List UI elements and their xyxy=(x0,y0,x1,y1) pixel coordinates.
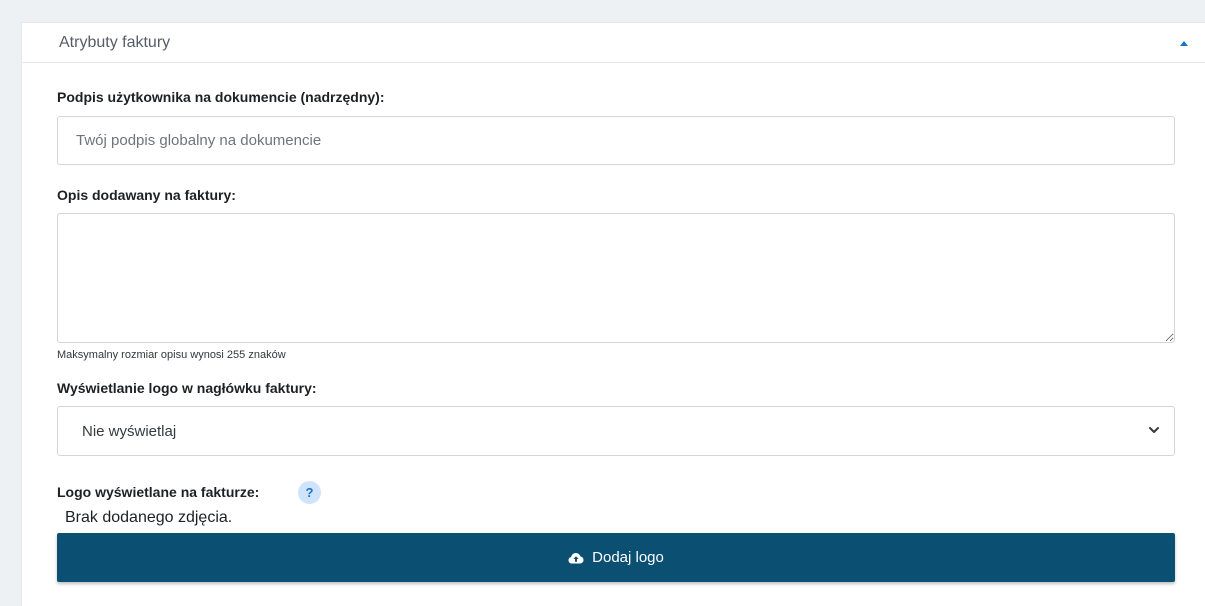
no-image-text: Brak dodanego zdjęcia. xyxy=(65,509,233,526)
invoice-attributes-panel: Atrybuty faktury Podpis użytkownika na d… xyxy=(21,22,1205,606)
collapse-toggle[interactable] xyxy=(1155,23,1205,63)
add-logo-button[interactable]: Dodaj logo xyxy=(57,533,1175,582)
description-label: Opis dodawany na faktury: xyxy=(57,187,236,203)
description-helper-text: Maksymalny rozmiar opisu wynosi 255 znak… xyxy=(57,349,286,361)
chevron-down-icon xyxy=(1149,427,1159,433)
description-textarea[interactable] xyxy=(57,213,1175,343)
panel-header[interactable]: Atrybuty faktury xyxy=(22,23,1205,63)
add-logo-label: Dodaj logo xyxy=(592,549,664,566)
logo-display-select[interactable]: Nie wyświetlaj xyxy=(57,406,1175,456)
caret-up-icon xyxy=(1180,41,1188,46)
help-icon[interactable]: ? xyxy=(298,481,321,504)
signature-label: Podpis użytkownika na dokumencie (nadrzę… xyxy=(57,89,385,105)
logo-display-label: Wyświetlanie logo w nagłówku faktury: xyxy=(57,380,317,396)
logo-display-selected-value: Nie wyświetlaj xyxy=(82,423,177,440)
cloud-upload-icon xyxy=(568,552,584,563)
signature-input[interactable] xyxy=(57,116,1175,165)
logo-label: Logo wyświetlane na fakturze: xyxy=(57,484,260,500)
panel-title: Atrybuty faktury xyxy=(59,34,171,51)
